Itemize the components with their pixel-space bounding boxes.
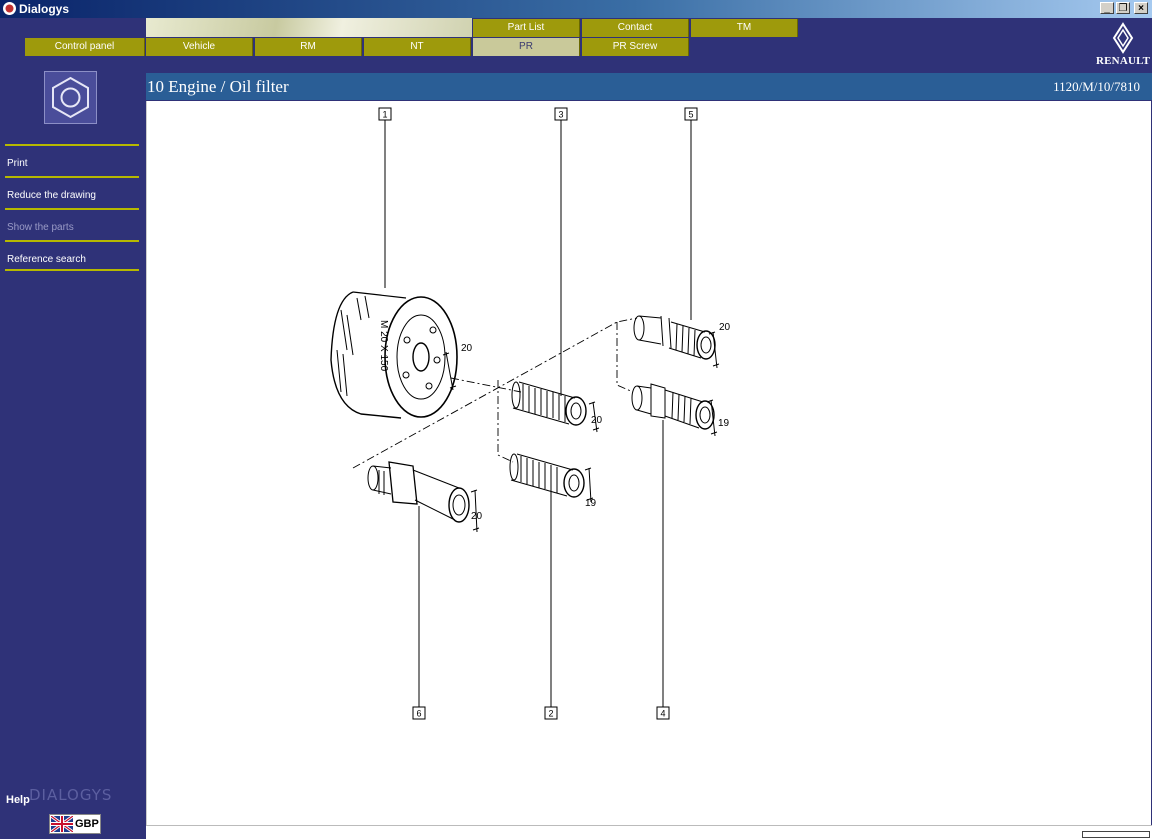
sidebar-item-print[interactable]: Print	[5, 144, 139, 175]
dimension-label: 20	[461, 343, 473, 354]
callout-number: 4	[660, 709, 665, 719]
dimension-label: 20	[719, 322, 731, 333]
restore-button[interactable]: ❐	[1116, 2, 1130, 14]
sidebar-item-show-parts: Show the parts	[5, 208, 139, 239]
help-link[interactable]: Help	[6, 794, 30, 806]
page-reference: 1120/M/10/7810	[1053, 79, 1140, 94]
app-icon	[3, 2, 16, 15]
union-part-4	[631, 383, 715, 430]
nav-rm-button[interactable]: RM	[255, 38, 362, 56]
threaded-sleeve-part-2	[509, 453, 585, 498]
status-box	[1082, 831, 1150, 838]
brand-name: RENAULT	[1096, 55, 1151, 67]
minimize-button[interactable]: _	[1100, 2, 1114, 14]
page-title: 10 Engine / Oil filter	[147, 77, 289, 96]
nav-contact-button[interactable]: Contact	[582, 19, 689, 37]
callout-6[interactable]: 6	[412, 706, 426, 720]
callout-number: 3	[558, 110, 563, 120]
renault-logo: RENAULT	[1096, 22, 1150, 68]
nut-icon	[44, 71, 97, 124]
callout-number: 1	[382, 110, 387, 120]
callout-4[interactable]: 4	[656, 706, 670, 720]
oil-filter-part: M 20 X 150	[330, 291, 458, 419]
callout-number: 5	[688, 110, 693, 120]
nav-tm-button[interactable]: TM	[691, 19, 798, 37]
dimension-label: 19	[585, 498, 597, 509]
exploded-view-diagram: M 20 X 150 20 20 20 19 20 19 1 3 5 6 2 4	[330, 107, 731, 720]
callout-3[interactable]: 3	[554, 107, 568, 121]
callout-1[interactable]: 1	[378, 107, 392, 121]
close-button[interactable]: ×	[1134, 2, 1148, 14]
nav-vehicle-button[interactable]: Vehicle	[146, 38, 253, 56]
callout-number: 6	[416, 709, 421, 719]
currency-selector[interactable]: GBP	[49, 814, 101, 834]
filter-marking: M 20 X 150	[378, 320, 389, 372]
renault-diamond-icon	[1112, 22, 1134, 54]
window-title: Dialogys	[19, 2, 70, 16]
dimension-label: 20	[591, 415, 603, 426]
nav-banner	[146, 18, 472, 37]
sidebar-item-reduce-drawing[interactable]: Reduce the drawing	[5, 176, 139, 207]
callout-2[interactable]: 2	[544, 706, 558, 720]
callout-number: 2	[548, 709, 553, 719]
currency-code: GBP	[75, 818, 99, 830]
nav-part-list-button[interactable]: Part List	[473, 19, 580, 37]
page-header: 10 Engine / Oil filter 1120/M/10/7810	[146, 73, 1152, 100]
threaded-sleeve-part-3	[511, 381, 587, 426]
sidebar-item-reference-search[interactable]: Reference search	[5, 240, 139, 271]
uk-flag-icon	[51, 816, 73, 832]
status-strip	[146, 825, 1152, 839]
nav-pr-button[interactable]: PR	[473, 38, 580, 56]
sidebar: Print Reduce the drawing Show the parts …	[0, 68, 145, 838]
nav-control-panel-button[interactable]: Control panel	[25, 38, 145, 56]
callout-5[interactable]: 5	[684, 107, 698, 121]
window-titlebar: Dialogys _ ❐ ×	[0, 0, 1152, 18]
dialogys-watermark: DIALOGYS	[29, 786, 113, 804]
dimension-label: 20	[471, 511, 483, 522]
nav-nt-button[interactable]: NT	[364, 38, 471, 56]
union-part-5	[633, 315, 716, 360]
nav-pr-screw-button[interactable]: PR Screw	[582, 38, 689, 56]
dimension-label: 19	[718, 418, 730, 429]
parts-drawing[interactable]: M 20 X 150 20 20 20 19 20 19 1 3 5 6 2 4	[146, 101, 1151, 825]
